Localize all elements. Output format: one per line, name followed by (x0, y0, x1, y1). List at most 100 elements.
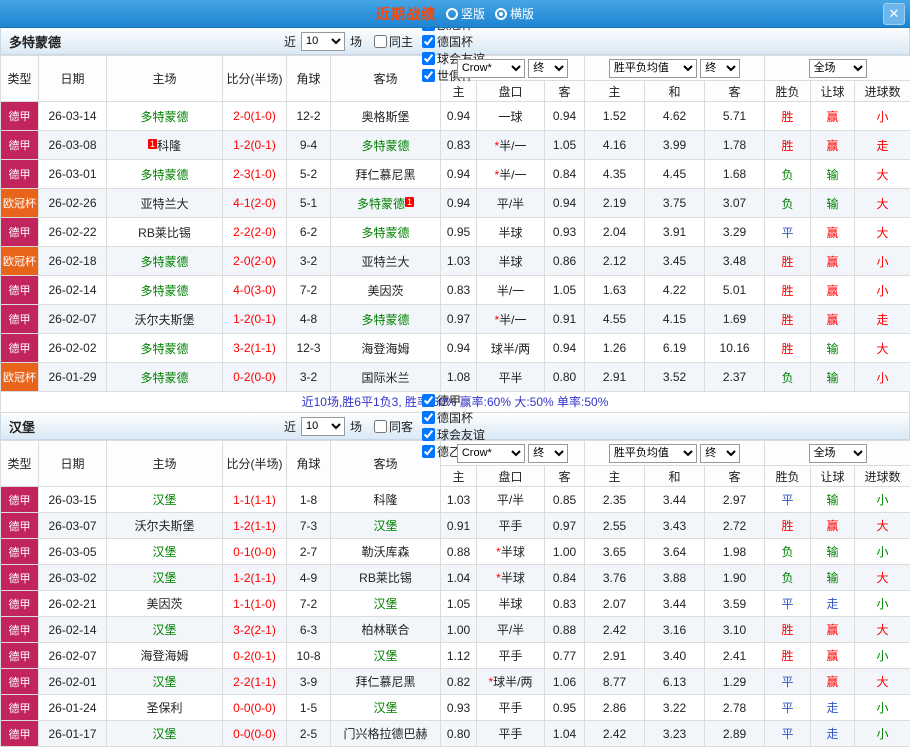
team-name[interactable]: 多特蒙德 (361, 226, 409, 240)
team-name[interactable]: 奥格斯堡 (361, 110, 409, 124)
team-name[interactable]: 亚特兰大 (140, 197, 188, 211)
league-filter[interactable]: 德国杯 (422, 409, 485, 426)
wdl-final-select[interactable]: 终 (700, 59, 740, 78)
layout-radio-horizontal[interactable]: 横版 (495, 5, 534, 22)
team-name[interactable]: 多特蒙德 (361, 139, 409, 153)
team-name[interactable]: 美因茨 (367, 284, 403, 298)
team-name[interactable]: 多特蒙德 (361, 313, 409, 327)
team-name[interactable]: RB莱比锡 (359, 571, 412, 585)
team-name[interactable]: 门兴格拉德巴赫 (343, 727, 427, 741)
league-checkbox[interactable] (422, 394, 435, 407)
league-type-badge: 德甲 (1, 487, 39, 513)
sub-col-handicap: 盘口 (477, 466, 545, 487)
team-name[interactable]: 多特蒙德 (140, 371, 188, 385)
team-name[interactable]: 拜仁慕尼黑 (355, 168, 415, 182)
team-name[interactable]: 汉堡 (152, 545, 176, 559)
fullmatch-select[interactable]: 全场 (809, 444, 867, 463)
layout-radio-vertical[interactable]: 竖版 (446, 5, 485, 22)
home-team: 汉堡 (107, 565, 223, 591)
league-checkbox[interactable] (422, 35, 435, 48)
team-name[interactable]: 海登海姆 (361, 342, 409, 356)
team-name[interactable]: 科隆 (157, 139, 181, 153)
bookmaker-select[interactable]: Crow* (457, 444, 525, 463)
bookmaker-final-select[interactable]: 终 (528, 444, 568, 463)
team-name[interactable]: 汉堡 (152, 727, 176, 741)
away-team: 美因茨 (331, 276, 441, 305)
league-checkbox[interactable] (422, 52, 435, 65)
team-name[interactable]: 柏林联合 (361, 623, 409, 637)
team-name[interactable]: 汉堡 (373, 597, 397, 611)
sub-col-avg-home: 主 (585, 466, 645, 487)
bookmaker-final-select[interactable]: 终 (528, 59, 568, 78)
team-name[interactable]: 沃尔夫斯堡 (134, 519, 194, 533)
handicap-home-odds: 1.03 (441, 247, 477, 276)
team-name[interactable]: 拜仁慕尼黑 (355, 675, 415, 689)
home-team: 美因茨 (107, 591, 223, 617)
result-goals: 小 (855, 102, 910, 131)
team-name[interactable]: 汉堡 (152, 493, 176, 507)
team-name[interactable]: 海登海姆 (140, 649, 188, 663)
same-venue-checkbox[interactable] (374, 420, 387, 433)
league-type-badge: 德甲 (1, 131, 39, 160)
match-score: 0-0(0-0) (223, 721, 287, 747)
team-name[interactable]: 多特蒙德 (357, 197, 405, 211)
result-handicap: 输 (811, 565, 855, 591)
team-name[interactable]: 沃尔夫斯堡 (134, 313, 194, 327)
result-goals: 大 (855, 334, 910, 363)
team-name[interactable]: 美因茨 (146, 597, 182, 611)
match-count-select[interactable]: 10 (301, 417, 345, 436)
team-name[interactable]: RB莱比锡 (138, 226, 191, 240)
wdl-final-select[interactable]: 终 (700, 444, 740, 463)
match-score: 2-3(1-0) (223, 160, 287, 189)
team-name[interactable]: 汉堡 (373, 519, 397, 533)
result-goals: 小 (855, 591, 910, 617)
league-checkbox[interactable] (422, 69, 435, 82)
team-name[interactable]: 多特蒙德 (140, 342, 188, 356)
team-name[interactable]: 科隆 (373, 493, 397, 507)
avg-away-odds: 1.90 (705, 565, 765, 591)
same-venue-checkbox[interactable] (374, 35, 387, 48)
team-name[interactable]: 多特蒙德 (140, 284, 188, 298)
home-team: 多特蒙德 (107, 363, 223, 392)
team-name[interactable]: 汉堡 (152, 571, 176, 585)
team-name[interactable]: 汉堡 (152, 623, 176, 637)
wdl-avg-select[interactable]: 胜平负均值 (609, 444, 697, 463)
sub-col-handicap: 盘口 (477, 81, 545, 102)
team-name[interactable]: 亚特兰大 (361, 255, 409, 269)
same-venue-filter[interactable]: 同客 (374, 418, 413, 435)
league-filter[interactable]: 德国杯 (422, 33, 485, 50)
match-row: 德甲26-03-081科隆1-2(0-1)9-4多特蒙德0.83*半/一1.05… (1, 131, 910, 160)
radio-unselected-icon[interactable] (446, 8, 458, 20)
sub-col-away-odds: 客 (545, 466, 585, 487)
avg-away-odds: 2.97 (705, 487, 765, 513)
league-type-badge: 德甲 (1, 643, 39, 669)
league-filter[interactable]: 球会友谊 (422, 426, 485, 443)
away-team: 奥格斯堡 (331, 102, 441, 131)
team-name[interactable]: 多特蒙德 (140, 255, 188, 269)
team-name[interactable]: 勒沃库森 (361, 545, 409, 559)
match-row: 德甲26-03-15汉堡1-1(1-1)1-8科隆1.03平/半0.852.35… (1, 487, 910, 513)
league-checkbox[interactable] (422, 428, 435, 441)
bookmaker-select[interactable]: Crow* (457, 59, 525, 78)
result-handicap: 赢 (811, 102, 855, 131)
team-name[interactable]: 汉堡 (373, 701, 397, 715)
league-checkbox[interactable] (422, 445, 435, 458)
team-name[interactable]: 圣保利 (146, 701, 182, 715)
league-checkbox[interactable] (422, 411, 435, 424)
close-button[interactable]: ✕ (883, 3, 905, 25)
same-venue-filter[interactable]: 同主 (374, 33, 413, 50)
radio-selected-icon[interactable] (495, 8, 507, 20)
handicap-line: 一球 (477, 102, 545, 131)
fullmatch-select[interactable]: 全场 (809, 59, 867, 78)
corner-count: 7-2 (287, 276, 331, 305)
team-name[interactable]: 汉堡 (152, 675, 176, 689)
league-filter[interactable]: 德甲 (422, 392, 485, 409)
team-name[interactable]: 国际米兰 (361, 371, 409, 385)
match-count-select[interactable]: 10 (301, 32, 345, 51)
team-name[interactable]: 汉堡 (373, 649, 397, 663)
games-label: 场 (350, 418, 362, 435)
handicap-line: 半球 (477, 218, 545, 247)
wdl-avg-select[interactable]: 胜平负均值 (609, 59, 697, 78)
team-name[interactable]: 多特蒙德 (140, 110, 188, 124)
team-name[interactable]: 多特蒙德 (140, 168, 188, 182)
